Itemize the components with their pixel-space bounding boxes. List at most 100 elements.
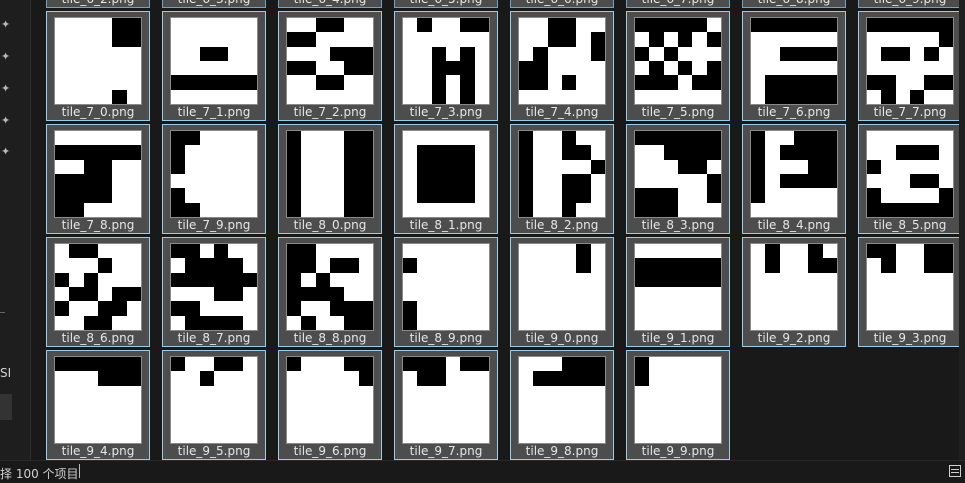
file-name: tile_6_8.png [743,0,845,6]
status-separator [79,464,80,478]
image-thumbnail [518,356,606,444]
file-item[interactable]: tile_6_7.png [626,0,730,8]
file-item[interactable]: tile_7_4.png [510,11,614,121]
pin-icon[interactable]: ✦ [1,83,13,95]
file-item[interactable]: tile_6_8.png [742,0,846,8]
status-bar: 择 100 个项目 [0,460,965,483]
image-thumbnail [634,130,722,218]
file-name: tile_6_7.png [627,0,729,6]
file-item[interactable]: tile_6_3.png [162,0,266,8]
file-name: tile_6_6.png [511,0,613,6]
file-item[interactable]: tile_6_4.png [278,0,382,8]
file-item[interactable]: tile_6_2.png [46,0,150,8]
file-item[interactable]: tile_9_7.png [394,350,498,460]
file-item[interactable]: tile_9_8.png [510,350,614,460]
file-item[interactable]: tile_7_0.png [46,11,150,121]
image-thumbnail [54,17,142,105]
file-item[interactable]: tile_7_2.png [278,11,382,121]
file-item[interactable]: tile_9_3.png [858,237,962,347]
image-thumbnail [750,17,838,105]
file-name: tile_7_7.png [873,105,947,119]
file-name: tile_8_4.png [757,218,831,232]
image-thumbnail [54,130,142,218]
file-item[interactable]: tile_6_6.png [510,0,614,8]
file-name: tile_8_0.png [293,218,367,232]
pin-icon[interactable]: ✦ [1,19,13,31]
pin-icon[interactable]: ✦ [1,115,13,127]
file-name: tile_8_8.png [293,331,367,345]
file-item[interactable]: tile_9_1.png [626,237,730,347]
file-item[interactable]: tile_8_3.png [626,124,730,234]
image-thumbnail [170,356,258,444]
file-name: tile_9_4.png [61,444,135,458]
file-name: tile_8_5.png [873,218,947,232]
file-item[interactable]: tile_7_6.png [742,11,846,121]
file-item[interactable]: tile_8_5.png [858,124,962,234]
image-thumbnail [170,130,258,218]
image-thumbnail [402,130,490,218]
nav-selected-item[interactable] [0,394,12,420]
divider [0,312,5,313]
image-thumbnail [402,356,490,444]
file-name: tile_8_6.png [61,331,135,345]
image-thumbnail [634,17,722,105]
details-view-icon[interactable] [949,465,961,477]
image-thumbnail [286,243,374,331]
file-item[interactable]: tile_7_1.png [162,11,266,121]
image-thumbnail [54,243,142,331]
file-item[interactable]: tile_9_9.png [626,350,730,460]
file-item[interactable]: tile_8_1.png [394,124,498,234]
file-name: tile_7_6.png [757,105,831,119]
file-item[interactable]: tile_7_3.png [394,11,498,121]
image-thumbnail [518,17,606,105]
file-name: tile_9_5.png [177,444,251,458]
vertical-scrollbar[interactable] [959,0,965,460]
navigation-pane: ✦ ✦ ✦ ✦ ✦ SI [0,0,30,460]
nav-label-fragment[interactable]: SI [0,366,11,380]
image-thumbnail [866,17,954,105]
image-thumbnail [518,243,606,331]
file-name: tile_8_3.png [641,218,715,232]
file-name: tile_9_8.png [525,444,599,458]
file-item[interactable]: tile_8_7.png [162,237,266,347]
file-item[interactable]: tile_9_5.png [162,350,266,460]
image-thumbnail [750,243,838,331]
image-thumbnail [402,17,490,105]
file-name: tile_6_5.png [395,0,497,6]
pane-divider[interactable] [30,0,31,460]
file-name: tile_7_1.png [177,105,251,119]
file-item[interactable]: tile_9_0.png [510,237,614,347]
image-thumbnail [54,356,142,444]
file-name: tile_9_1.png [641,331,715,345]
pin-icon[interactable]: ✦ [1,51,13,63]
file-item[interactable]: tile_8_9.png [394,237,498,347]
file-item[interactable]: tile_9_2.png [742,237,846,347]
pin-icon[interactable]: ✦ [1,146,13,158]
file-item[interactable]: tile_8_0.png [278,124,382,234]
file-name: tile_6_2.png [47,0,149,6]
file-item[interactable]: tile_7_9.png [162,124,266,234]
file-item[interactable]: tile_8_2.png [510,124,614,234]
image-thumbnail [286,17,374,105]
file-item[interactable]: tile_7_8.png [46,124,150,234]
file-item[interactable]: tile_7_7.png [858,11,962,121]
file-name: tile_6_4.png [279,0,381,6]
image-thumbnail [866,243,954,331]
file-item[interactable]: tile_6_5.png [394,0,498,8]
file-name: tile_8_1.png [409,218,483,232]
image-thumbnail [518,130,606,218]
file-item[interactable]: tile_6_9.png [858,0,962,8]
file-item[interactable]: tile_9_4.png [46,350,150,460]
image-thumbnail [402,243,490,331]
file-name: tile_7_2.png [293,105,367,119]
file-name: tile_6_9.png [859,0,961,6]
file-name: tile_8_9.png [409,331,483,345]
file-item[interactable]: tile_9_6.png [278,350,382,460]
file-name: tile_9_7.png [409,444,483,458]
file-name: tile_9_6.png [293,444,367,458]
file-item[interactable]: tile_8_6.png [46,237,150,347]
file-item[interactable]: tile_8_4.png [742,124,846,234]
file-item[interactable]: tile_7_5.png [626,11,730,121]
file-item[interactable]: tile_8_8.png [278,237,382,347]
image-thumbnail [170,17,258,105]
